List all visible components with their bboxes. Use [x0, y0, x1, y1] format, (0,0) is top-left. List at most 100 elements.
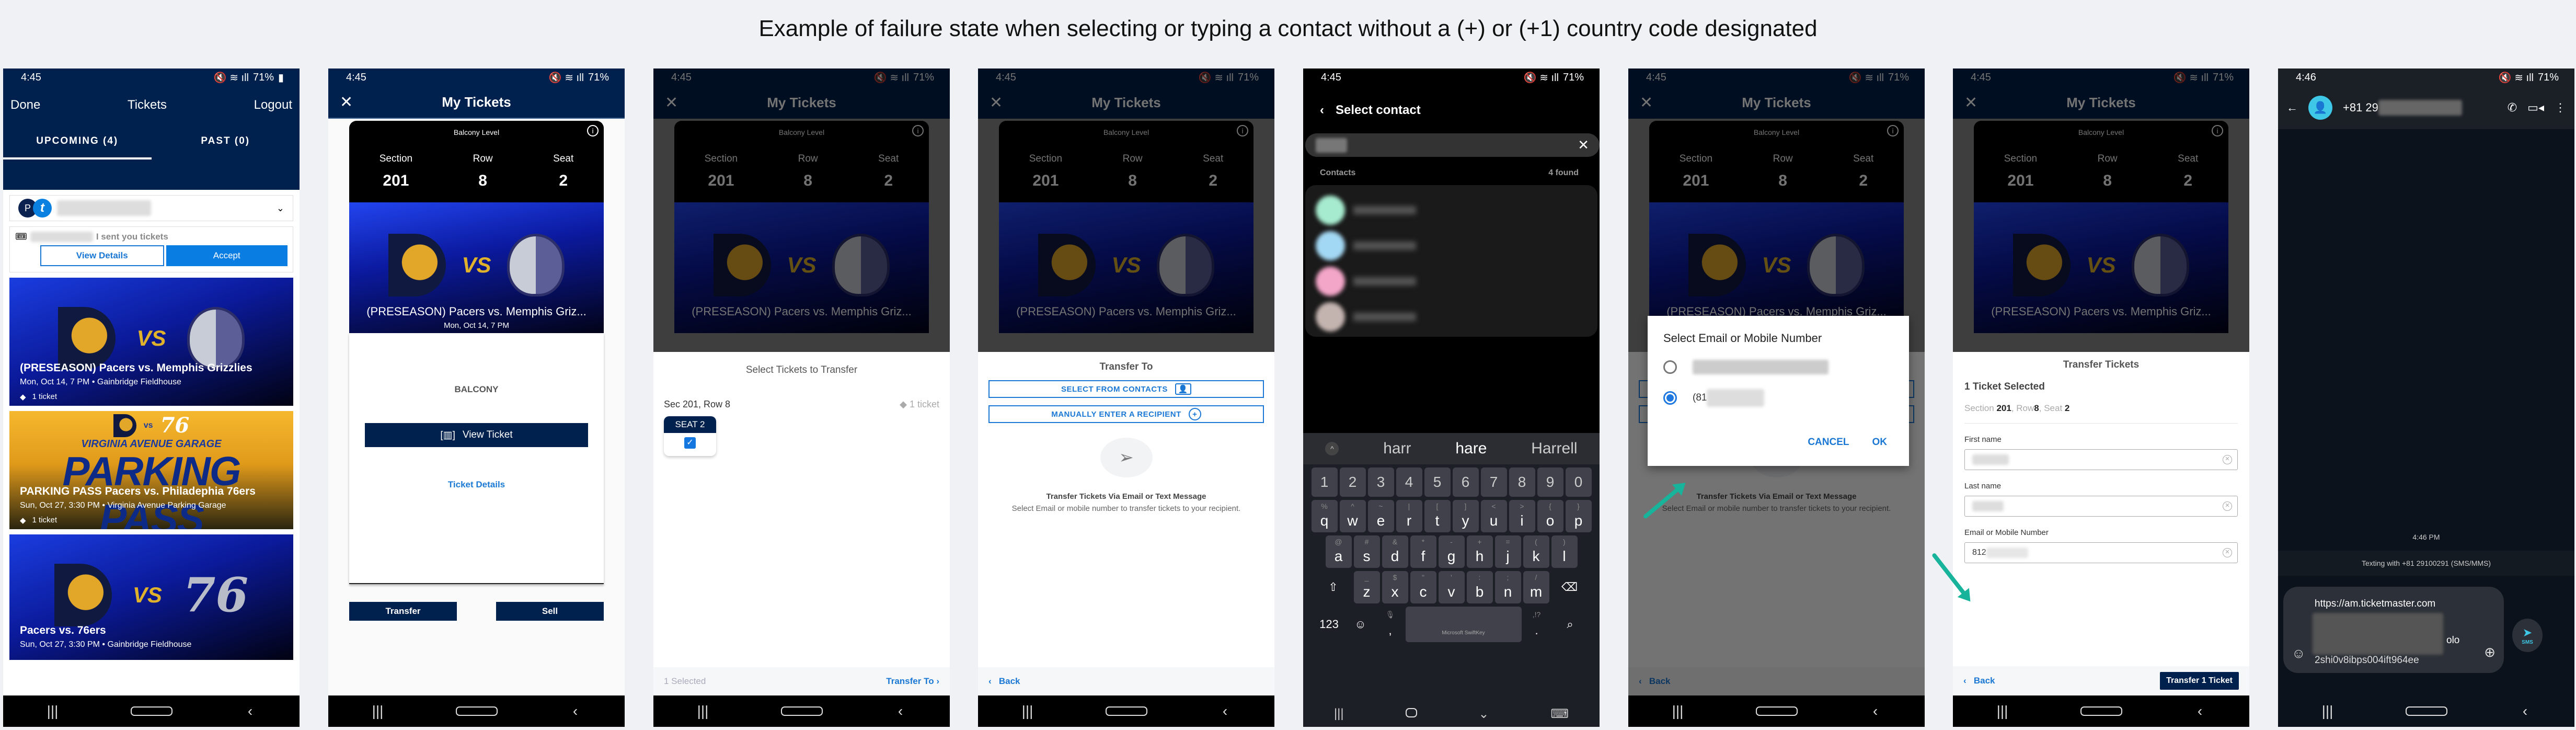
key-7[interactable]: 7 — [1480, 467, 1507, 497]
emoji-icon[interactable]: ☺ — [2292, 645, 2306, 661]
back-button[interactable]: ‹ — [555, 703, 596, 720]
key-o[interactable]: {o — [1537, 500, 1563, 532]
recents-button[interactable]: ||| — [682, 703, 724, 720]
clear-field-icon[interactable]: ✕ — [2223, 548, 2232, 557]
transfer-to-button[interactable]: Transfer To › — [886, 676, 939, 687]
home-button[interactable] — [780, 703, 823, 720]
key-i[interactable]: > i — [1509, 500, 1535, 532]
home-button[interactable] — [2080, 703, 2122, 720]
backspace-key[interactable]: ⌫ — [1551, 571, 1588, 603]
key-h[interactable]: + h — [1466, 535, 1493, 568]
key-q[interactable]: % q — [1311, 500, 1338, 532]
key-w[interactable]: ^ w — [1339, 500, 1366, 532]
contact-row[interactable] — [1316, 264, 1587, 299]
ticket-details-link[interactable]: Ticket Details — [349, 480, 604, 490]
key-b[interactable]: :b — [1466, 571, 1493, 603]
cancel-button[interactable]: CANCEL — [1808, 437, 1849, 448]
key-5[interactable]: 5 — [1424, 467, 1451, 497]
shift-key[interactable]: ⇧ — [1315, 571, 1352, 603]
recents-button[interactable]: ||| — [1007, 703, 1049, 720]
recents-button[interactable]: ||| — [1982, 703, 2023, 720]
key-g[interactable]: -g — [1438, 535, 1465, 568]
home-button[interactable] — [455, 703, 498, 720]
video-call-icon[interactable]: ▭◂ — [2527, 101, 2544, 115]
key-x[interactable]: $ x — [1382, 571, 1408, 603]
comma-key[interactable]: 🎙, — [1377, 608, 1404, 641]
key-d[interactable]: & d — [1382, 535, 1408, 568]
back-button[interactable]: ‹ — [2504, 703, 2546, 720]
message-compose-box[interactable]: https://am.ticketmaster.com olo 2shi0v8i… — [2283, 587, 2504, 673]
hide-keyboard-icon[interactable]: ⌄ — [1478, 706, 1489, 722]
key-z[interactable]: _ z — [1353, 571, 1380, 603]
period-key[interactable]: ,!?. — [1524, 608, 1550, 641]
back-arrow-icon[interactable]: ← — [2286, 101, 2298, 115]
recents-button[interactable]: ||| — [1334, 706, 1344, 721]
key-n[interactable]: ; n — [1494, 571, 1521, 603]
search-key[interactable]: ⌕ — [1552, 608, 1589, 641]
key-k[interactable]: (k — [1523, 535, 1549, 568]
close-button[interactable]: ✕ — [665, 94, 678, 112]
key-r[interactable]: | r — [1396, 500, 1422, 532]
accept-button[interactable]: Accept — [166, 245, 288, 266]
key-e[interactable]: ~ e — [1367, 500, 1394, 532]
clear-search-icon[interactable]: ✕ — [1578, 137, 1589, 153]
more-options-icon[interactable]: ⋮ — [2555, 101, 2566, 115]
recents-button[interactable]: ||| — [2307, 703, 2349, 720]
transfer-ticket-button[interactable]: Transfer 1 Ticket — [2160, 672, 2239, 690]
recents-button[interactable]: ||| — [32, 703, 74, 720]
back-link[interactable]: ‹ Back — [988, 676, 1020, 687]
tab-upcoming[interactable]: UPCOMING (4) — [3, 135, 152, 159]
clear-field-icon[interactable]: ✕ — [2223, 501, 2232, 511]
close-button[interactable]: ✕ — [990, 94, 1003, 112]
key-m[interactable]: / m — [1523, 571, 1549, 603]
select-from-contacts-button[interactable]: SELECT FROM CONTACTS 👤 — [988, 380, 1264, 398]
contact-row[interactable] — [1316, 228, 1587, 264]
collapse-icon[interactable]: ^ — [1325, 442, 1339, 455]
info-icon[interactable]: i — [587, 125, 599, 136]
view-details-button[interactable]: View Details — [40, 245, 164, 266]
key-f[interactable]: * f — [1410, 535, 1436, 568]
key-u[interactable]: < u — [1480, 500, 1507, 532]
transfer-button[interactable]: Transfer — [349, 602, 457, 621]
contact-row[interactable] — [1316, 299, 1587, 335]
event-card[interactable]: VS 76 Pacers vs. 76ers Sun, Oct 27, 3:30 … — [9, 534, 293, 660]
key-8[interactable]: 8 — [1509, 467, 1535, 497]
space-key[interactable]: Microsoft SwiftKey — [1405, 607, 1522, 642]
home-button[interactable] — [1405, 706, 1417, 721]
send-sms-button[interactable]: ➤ SMS — [2512, 619, 2543, 652]
home-button[interactable] — [2405, 703, 2447, 720]
email-option[interactable] — [1663, 360, 1893, 374]
key-3[interactable]: 3 — [1367, 467, 1394, 497]
event-card[interactable]: vs 76 VIRGINIA AVENUE GARAGE PARKING PAS… — [9, 411, 293, 529]
back-button[interactable]: ‹ — [2179, 703, 2221, 720]
contact-search-input[interactable]: ✕ — [1305, 133, 1600, 157]
keyboard-switch-icon[interactable]: ⌨ — [1550, 706, 1569, 722]
logout-button[interactable]: Logout — [254, 98, 292, 112]
last-name-field[interactable]: ✕ — [1964, 496, 2238, 517]
key-c[interactable]: " c — [1410, 571, 1436, 603]
key-a[interactable]: @ a — [1325, 535, 1352, 568]
clear-field-icon[interactable]: ✕ — [2223, 455, 2232, 464]
recents-button[interactable]: ||| — [1657, 703, 1699, 720]
seat-card[interactable]: SEAT 2 ✓ — [664, 416, 716, 456]
key-t[interactable]: [t — [1424, 500, 1451, 532]
sell-button[interactable]: Sell — [496, 602, 604, 621]
key-j[interactable]: = j — [1494, 535, 1521, 568]
close-button[interactable]: ✕ — [340, 93, 353, 111]
key-y[interactable]: ] y — [1452, 500, 1479, 532]
first-name-field[interactable]: ✕ — [1964, 449, 2238, 470]
back-button[interactable]: ‹ — [880, 703, 922, 720]
suggestion[interactable]: hare — [1455, 440, 1487, 458]
key-4[interactable]: 4 — [1396, 467, 1422, 497]
key-p[interactable]: } p — [1565, 500, 1592, 532]
home-button[interactable] — [130, 703, 172, 720]
symbols-key[interactable]: 123 — [1315, 608, 1344, 641]
close-button[interactable]: ✕ — [1964, 94, 1977, 112]
event-card[interactable]: VS (PRESEASON) Pacers vs. Memphis Grizzl… — [9, 278, 293, 406]
phone-icon[interactable]: ✆ — [2508, 101, 2517, 115]
radio-unselected[interactable] — [1663, 360, 1677, 374]
done-button[interactable]: Done — [10, 98, 40, 112]
key-s[interactable]: # s — [1353, 535, 1380, 568]
seat-checkbox[interactable]: ✓ — [684, 437, 696, 449]
back-link[interactable]: ‹ Back — [1963, 676, 1995, 686]
